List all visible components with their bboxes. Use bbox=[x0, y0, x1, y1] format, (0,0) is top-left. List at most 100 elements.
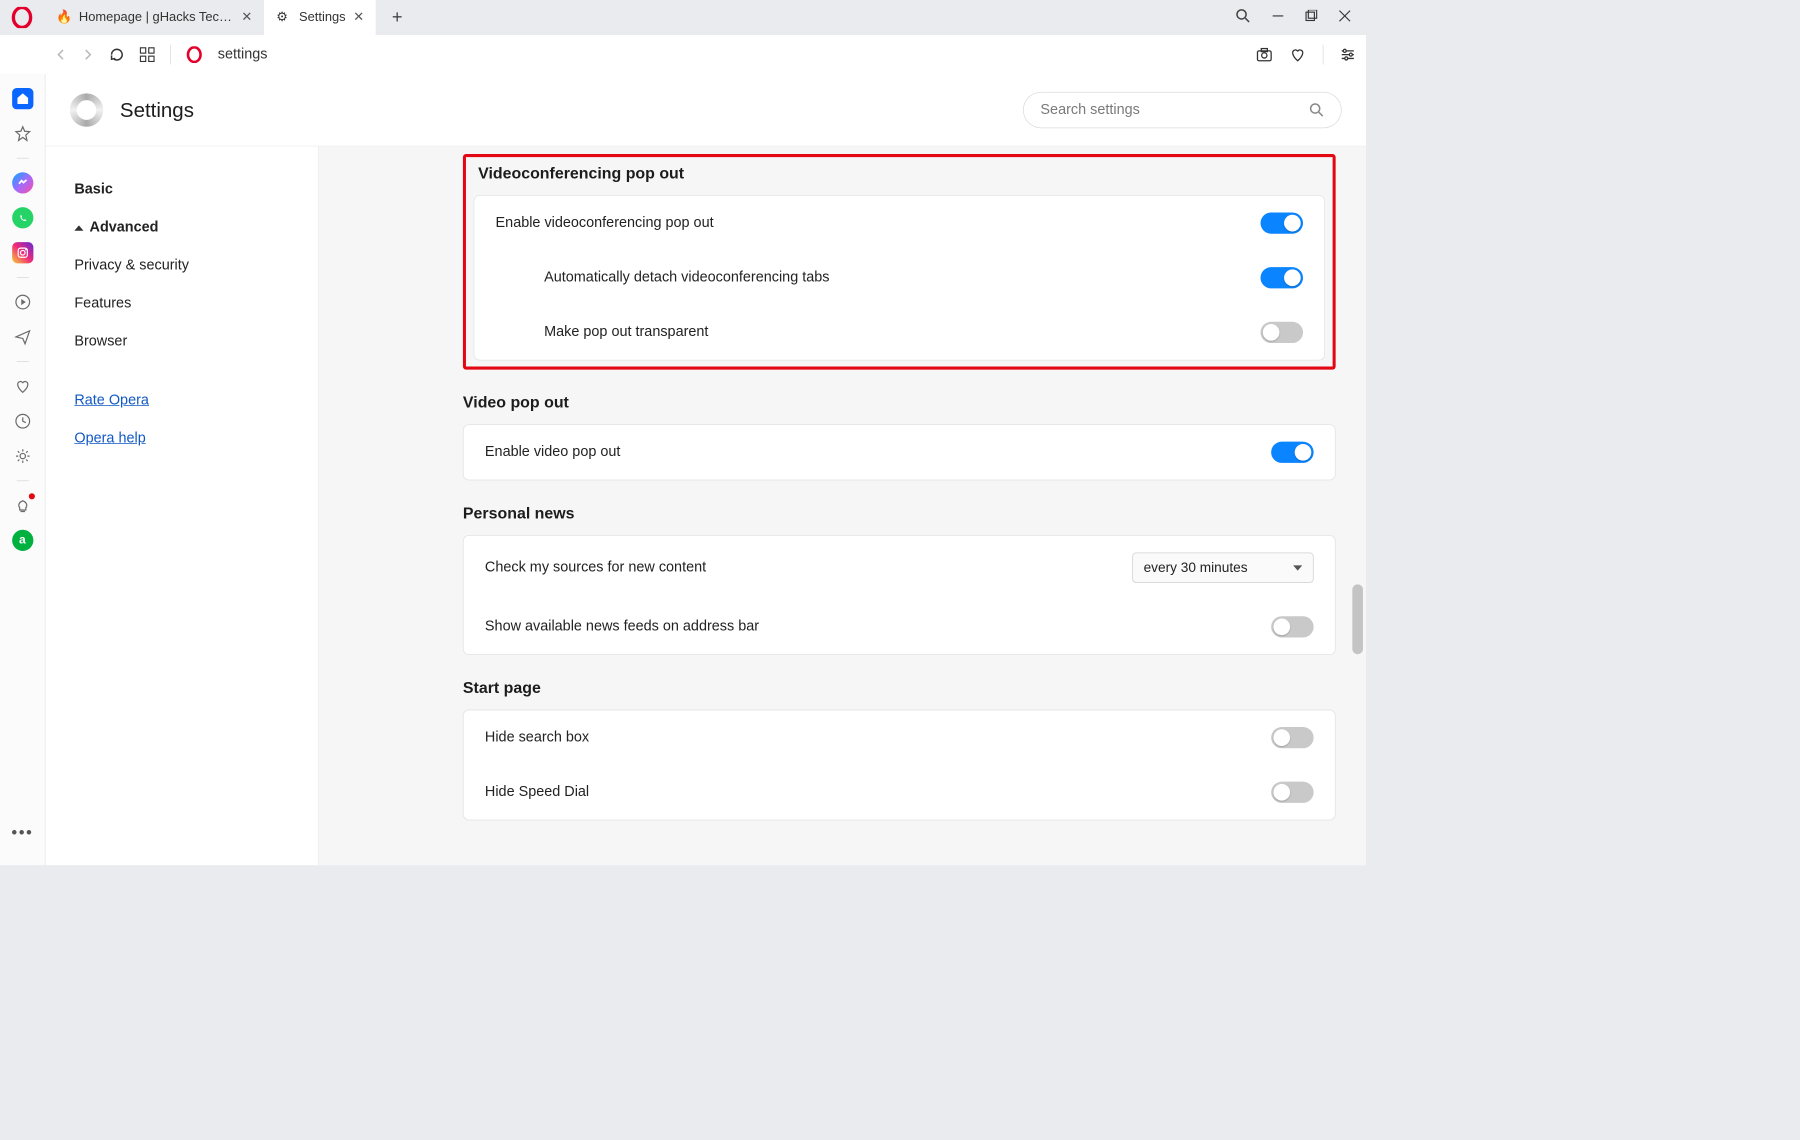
settings-gear-icon[interactable] bbox=[12, 445, 33, 466]
player-icon[interactable] bbox=[12, 291, 33, 312]
opera-ring-icon bbox=[70, 93, 103, 126]
tab-label: Homepage | gHacks Techno bbox=[79, 10, 234, 25]
divider bbox=[16, 158, 28, 159]
content-body: Basic Advanced Privacy & security Featur… bbox=[46, 146, 1366, 865]
select-value: every 30 minutes bbox=[1144, 560, 1248, 576]
card-news: Check my sources for new content every 3… bbox=[463, 535, 1336, 655]
row-hide-search: Hide search box bbox=[464, 710, 1335, 765]
nav-opera-help[interactable]: Opera help bbox=[64, 420, 300, 458]
divider bbox=[16, 277, 28, 278]
nav-advanced[interactable]: Advanced bbox=[64, 209, 300, 247]
main: a ••• Settings Search settings Basic Adv… bbox=[0, 74, 1366, 865]
new-tab-button[interactable]: + bbox=[382, 7, 412, 28]
send-icon[interactable] bbox=[12, 326, 33, 347]
chevron-up-icon bbox=[74, 225, 83, 230]
row-label: Hide search box bbox=[485, 729, 1271, 746]
chevron-down-icon bbox=[1293, 565, 1302, 570]
card-videopop: Enable video pop out bbox=[463, 424, 1336, 480]
scrollbar-thumb[interactable] bbox=[1352, 584, 1363, 654]
row-hide-speeddial: Hide Speed Dial bbox=[464, 765, 1335, 820]
divider bbox=[16, 361, 28, 362]
search-placeholder: Search settings bbox=[1040, 102, 1309, 119]
close-tab-icon[interactable]: ✕ bbox=[241, 10, 252, 25]
gear-icon: ⚙ bbox=[276, 10, 291, 25]
easy-setup-icon[interactable] bbox=[1340, 47, 1355, 62]
history-icon[interactable] bbox=[12, 411, 33, 432]
instagram-icon[interactable] bbox=[12, 242, 33, 263]
heart-icon[interactable] bbox=[1289, 46, 1306, 63]
snapshot-icon[interactable] bbox=[1256, 46, 1273, 63]
close-window-icon[interactable] bbox=[1339, 9, 1351, 25]
messenger-icon[interactable] bbox=[12, 172, 33, 193]
row-news-feeds: Show available news feeds on address bar bbox=[464, 600, 1335, 655]
tab-label: Settings bbox=[299, 10, 346, 25]
nav-rate-opera[interactable]: Rate Opera bbox=[64, 382, 300, 420]
home-icon[interactable] bbox=[12, 88, 33, 109]
star-icon[interactable] bbox=[12, 123, 33, 144]
divider bbox=[16, 480, 28, 481]
ghacks-favicon-icon: 🔥 bbox=[56, 10, 71, 25]
address-text[interactable]: settings bbox=[218, 46, 268, 63]
page-title: Settings bbox=[120, 98, 194, 122]
toggle-hide-search[interactable] bbox=[1271, 727, 1313, 748]
toggle-enable-videopop[interactable] bbox=[1271, 442, 1313, 463]
row-transparent: Make pop out transparent bbox=[474, 305, 1324, 360]
toggle-news-feeds[interactable] bbox=[1271, 616, 1313, 637]
navbar: settings bbox=[0, 35, 1366, 74]
section-startpage: Start page Hide search box Hide Speed Di… bbox=[463, 679, 1336, 820]
section-title: Videoconferencing pop out bbox=[478, 165, 1325, 183]
settings-header: Settings Search settings bbox=[46, 74, 1366, 146]
tab-ghacks[interactable]: 🔥 Homepage | gHacks Techno ✕ bbox=[44, 0, 264, 35]
toggle-enable-videoconf[interactable] bbox=[1261, 212, 1303, 233]
speed-dial-icon[interactable] bbox=[140, 47, 155, 62]
content-area: Settings Search settings Basic Advanced … bbox=[46, 74, 1366, 865]
search-tabs-icon[interactable] bbox=[1235, 8, 1250, 27]
section-news: Personal news Check my sources for new c… bbox=[463, 505, 1336, 655]
section-title: Start page bbox=[463, 679, 1336, 697]
row-label: Show available news feeds on address bar bbox=[485, 618, 1271, 635]
highlighted-section: Videoconferencing pop out Enable videoco… bbox=[463, 154, 1336, 370]
row-enable-videoconf: Enable videoconferencing pop out bbox=[474, 196, 1324, 251]
opera-logo bbox=[11, 7, 32, 28]
select-interval[interactable]: every 30 minutes bbox=[1132, 552, 1313, 582]
row-label: Enable video pop out bbox=[485, 444, 1271, 461]
search-input[interactable]: Search settings bbox=[1023, 92, 1342, 128]
row-label: Make pop out transparent bbox=[544, 324, 1260, 341]
nav-browser[interactable]: Browser bbox=[64, 323, 300, 361]
close-tab-icon[interactable]: ✕ bbox=[353, 10, 364, 25]
row-label: Check my sources for new content bbox=[485, 559, 1132, 576]
row-auto-detach: Automatically detach videoconferencing t… bbox=[474, 250, 1324, 305]
opera-icon bbox=[186, 46, 203, 63]
divider bbox=[1323, 45, 1324, 65]
avatar[interactable]: a bbox=[12, 530, 33, 551]
row-check-sources: Check my sources for new content every 3… bbox=[464, 536, 1335, 600]
left-sidebar: a ••• bbox=[0, 74, 46, 865]
toggle-hide-speeddial[interactable] bbox=[1271, 782, 1313, 803]
row-label: Automatically detach videoconferencing t… bbox=[544, 269, 1260, 286]
row-label: Enable videoconferencing pop out bbox=[496, 215, 1261, 232]
toggle-transparent[interactable] bbox=[1261, 322, 1303, 343]
divider bbox=[170, 45, 171, 65]
settings-nav: Basic Advanced Privacy & security Featur… bbox=[46, 146, 319, 865]
window-controls bbox=[1220, 0, 1366, 35]
minimize-icon[interactable] bbox=[1272, 9, 1284, 25]
section-title: Personal news bbox=[463, 505, 1336, 523]
settings-panel[interactable]: Videoconferencing pop out Enable videoco… bbox=[319, 146, 1366, 865]
toggle-auto-detach[interactable] bbox=[1261, 267, 1303, 288]
back-icon[interactable] bbox=[55, 49, 67, 61]
tab-settings[interactable]: ⚙ Settings ✕ bbox=[264, 0, 376, 35]
heart-outline-icon[interactable] bbox=[12, 376, 33, 397]
row-enable-videopop: Enable video pop out bbox=[464, 425, 1335, 480]
bulb-icon[interactable] bbox=[12, 495, 33, 516]
maximize-icon[interactable] bbox=[1305, 9, 1317, 25]
search-icon bbox=[1309, 102, 1324, 117]
nav-features[interactable]: Features bbox=[64, 285, 300, 323]
section-title: Video pop out bbox=[463, 394, 1336, 412]
nav-basic[interactable]: Basic bbox=[64, 171, 300, 209]
nav-privacy[interactable]: Privacy & security bbox=[64, 247, 300, 285]
forward-icon[interactable] bbox=[82, 49, 94, 61]
row-label: Hide Speed Dial bbox=[485, 784, 1271, 801]
whatsapp-icon[interactable] bbox=[12, 207, 33, 228]
reload-icon[interactable] bbox=[109, 47, 124, 62]
more-icon[interactable]: ••• bbox=[11, 823, 33, 843]
